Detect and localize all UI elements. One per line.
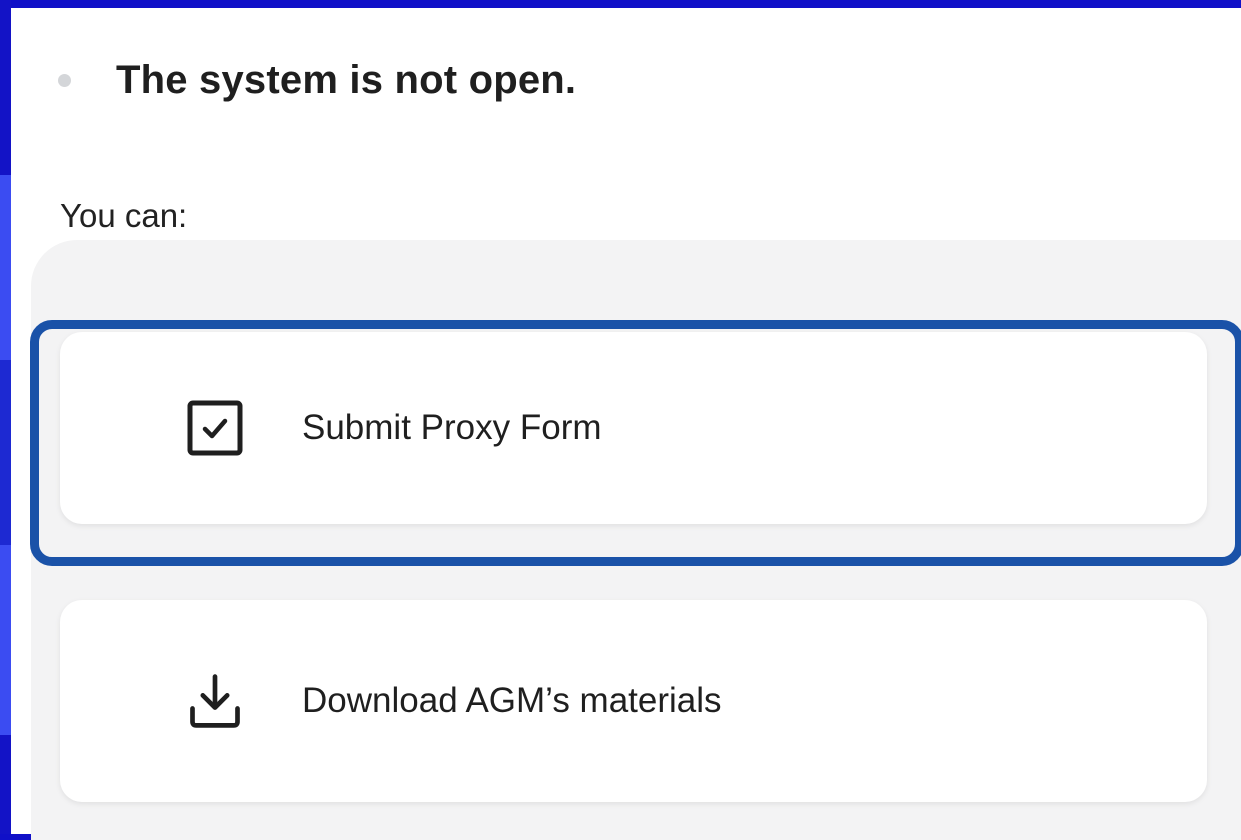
status-text: The system is not open. [116, 58, 577, 102]
download-icon [185, 671, 245, 731]
submit-proxy-form-label: Submit Proxy Form [302, 408, 602, 447]
download-agm-materials-label: Download AGM’s materials [302, 681, 722, 720]
submit-proxy-form-button[interactable]: Submit Proxy Form [60, 332, 1207, 524]
status-row: The system is not open. [58, 58, 576, 103]
content-panel: The system is not open. You can: Submit … [11, 8, 1241, 840]
checkbox-checked-icon [185, 398, 245, 458]
options-intro-label: You can: [60, 197, 188, 234]
status-dot-icon [58, 74, 71, 87]
left-frame-strip [0, 0, 11, 834]
download-agm-materials-button[interactable]: Download AGM’s materials [60, 600, 1207, 802]
